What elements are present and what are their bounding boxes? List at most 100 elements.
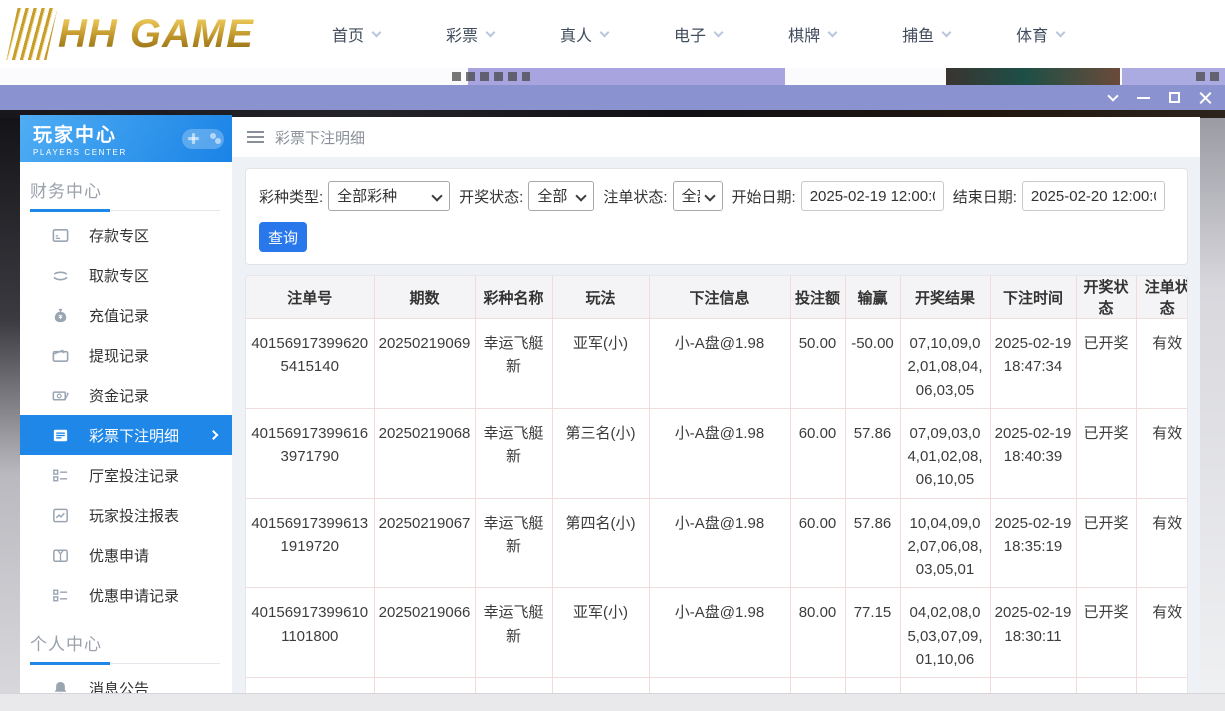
start-date-input[interactable] (801, 181, 944, 211)
table-header-cell: 注单状态 (1136, 276, 1188, 319)
sidebar-item-label: 资金记录 (89, 385, 149, 406)
table-cell: 50.00 (790, 319, 845, 409)
sidebar-item[interactable]: 优惠申请 (20, 535, 232, 575)
background-clipped-text (452, 72, 530, 81)
table-header-cell: 期数 (374, 276, 475, 319)
withdraw-hand-icon (51, 266, 70, 285)
table-cell: 小-A盘@1.98 (649, 498, 790, 588)
sidebar-item[interactable]: 消息公告 (20, 668, 232, 693)
table-cell: 有效 (1136, 319, 1188, 409)
table-cell: 07,10,09,02,01,08,04,06,03,05 (900, 319, 990, 409)
sidebar-item[interactable]: 玩家投注报表 (20, 495, 232, 535)
order-status-select[interactable]: 全部 (673, 181, 723, 211)
table-cell: 第三名(小) (552, 408, 649, 498)
window-footer-strip (0, 693, 1225, 711)
table-cell: 幸运飞艇新 (475, 408, 552, 498)
sidebar-items: 消息公告 (20, 668, 232, 693)
sidebar-item-active[interactable]: 彩票下注明细 (20, 415, 232, 455)
window-content: 玩家中心 PLAYERS CENTER 财务中心 存款专区 (0, 110, 1225, 711)
window-collapse-button[interactable] (1097, 85, 1128, 110)
sidebar-items: 存款专区 取款专区 充值记录 提现记录 资金记录 彩票下注明细 (20, 215, 232, 615)
sidebar-item[interactable]: 存款专区 (20, 215, 232, 255)
sidebar-section-divider (30, 210, 220, 211)
wallet-icon (51, 346, 70, 365)
app-window: 玩家中心 PLAYERS CENTER 财务中心 存款专区 (0, 85, 1225, 711)
sidebar-sections: 财务中心 存款专区 取款专区 充值记录 提现记录 资金记录 (20, 177, 232, 693)
page-title: 彩票下注明细 (275, 127, 365, 148)
nav-item-label: 彩票 (446, 22, 478, 46)
table-cell: 04,02,08,05,03,07,09,01,10,06 (900, 588, 990, 678)
sidebar-item[interactable]: 取款专区 (20, 255, 232, 295)
table-cell: 401569173996131919720 (246, 498, 374, 588)
order-status-label: 注单状态: (603, 186, 667, 207)
table-header-cell: 开奖结果 (900, 276, 990, 319)
table-header-cell: 投注额 (790, 276, 845, 319)
nav-item[interactable]: 捕鱼 (902, 22, 950, 46)
sidebar-item[interactable]: 提现记录 (20, 335, 232, 375)
table-cell: 401569173996163971790 (246, 408, 374, 498)
sidebar-item[interactable]: 优惠申请记录 (20, 575, 232, 615)
table-cell: 已开奖 (1076, 408, 1136, 498)
table-cell: 20250219067 (374, 498, 475, 588)
table-cell: 第四名(大) (552, 678, 649, 694)
window-maximize-button[interactable] (1159, 85, 1190, 110)
chevron-down-icon (1056, 27, 1066, 37)
chevron-down-icon (1107, 90, 1118, 101)
chevron-down-icon (372, 27, 382, 37)
logo[interactable]: HH GAME (12, 8, 288, 60)
table-cell: 2025-02-19 18:40:39 (990, 408, 1076, 498)
list-icon (51, 586, 70, 605)
window-minimize-button[interactable] (1128, 85, 1159, 110)
table-cell: 幸运飞艇新 (475, 319, 552, 409)
table-header-cell: 输赢 (845, 276, 900, 319)
sidebar-item[interactable]: 充值记录 (20, 295, 232, 335)
sidebar-item-label: 优惠申请 (89, 545, 149, 566)
table-cell: 60.00 (790, 498, 845, 588)
table-header-row: 注单号期数彩种名称玩法下注信息投注额输赢开奖结果下注时间开奖状态注单状态 (246, 276, 1188, 319)
table-cell: 有效 (1136, 408, 1188, 498)
table-header-cell: 下注信息 (649, 276, 790, 319)
nav-item[interactable]: 首页 (332, 22, 380, 46)
nav-item[interactable]: 体育 (1016, 22, 1064, 46)
table-row: 40156917399607785479020250219065幸运飞艇新第四名… (246, 678, 1188, 694)
table-cell: -50.00 (845, 319, 900, 409)
search-button[interactable]: 查询 (259, 222, 307, 252)
nav-item[interactable]: 真人 (560, 22, 608, 46)
chevron-down-icon (828, 27, 838, 37)
end-date-input[interactable] (1022, 181, 1165, 211)
sidebar-item[interactable]: 厅室投注记录 (20, 455, 232, 495)
table-cell: 小-A盘@1.98 (649, 588, 790, 678)
table-row: 40156917399620541514020250219069幸运飞艇新亚军(… (246, 319, 1188, 409)
main-nav: 首页 彩票 真人 电子 棋牌 捕鱼 体育 (332, 22, 1064, 46)
sidebar-section-divider (30, 663, 220, 664)
table-cell: 幸运飞艇新 (475, 498, 552, 588)
table-header-cell: 彩种名称 (475, 276, 552, 319)
hamburger-icon[interactable] (247, 131, 264, 143)
nav-item[interactable]: 彩票 (446, 22, 494, 46)
cash-icon (51, 386, 70, 405)
window-close-button[interactable] (1190, 85, 1221, 110)
sidebar-item-label: 优惠申请记录 (89, 585, 179, 606)
table-body: 40156917399620541514020250219069幸运飞艇新亚军(… (246, 319, 1188, 694)
table-cell: 亚军(小) (552, 319, 649, 409)
table-header-cell: 玩法 (552, 276, 649, 319)
report-icon (51, 506, 70, 525)
table-cell: 小-A盘@1.98 (649, 408, 790, 498)
table-cell: 大-A盘@1.98 (649, 678, 790, 694)
sidebar-item-label: 厅室投注记录 (89, 465, 179, 486)
lottery-type-select[interactable]: 全部彩种 (328, 181, 450, 211)
table-cell: 07,09,03,04,01,02,08,06,10,05 (900, 408, 990, 498)
table-cell: 2025-02-19 18:47:34 (990, 319, 1076, 409)
table-cell: 20250219065 (374, 678, 475, 694)
draw-status-select[interactable]: 全部 (528, 181, 594, 211)
table-cell: 20250219066 (374, 588, 475, 678)
nav-item[interactable]: 棋牌 (788, 22, 836, 46)
table-header-cell: 下注时间 (990, 276, 1076, 319)
nav-item[interactable]: 电子 (674, 22, 722, 46)
table-cell: 60.00 (790, 678, 845, 694)
moneybag-icon (51, 306, 70, 325)
main-content: 彩票下注明细 彩种类型: 全部彩种 开奖状态: 全部 注单状态: 全部 开始日期… (232, 117, 1200, 693)
table-row: 40156917399613191972020250219067幸运飞艇新第四名… (246, 498, 1188, 588)
table-row: 40156917399616397179020250219068幸运飞艇新第三名… (246, 408, 1188, 498)
sidebar-item[interactable]: 资金记录 (20, 375, 232, 415)
